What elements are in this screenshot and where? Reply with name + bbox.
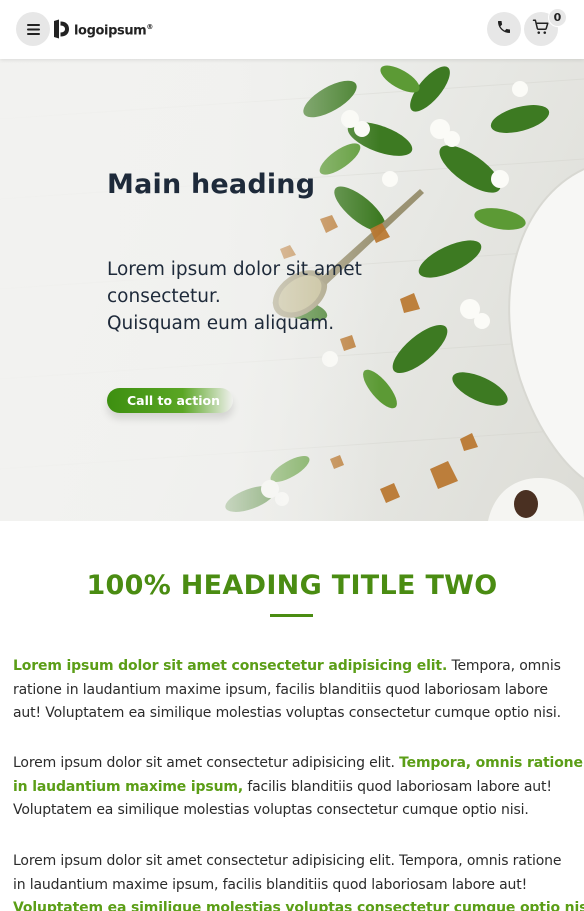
- paragraph-highlight: Lorem ipsum dolor sit amet consectetur a…: [13, 658, 448, 674]
- paragraph-highlight: Voluptatem ea similique molestias volupt…: [13, 900, 584, 911]
- hero-banner: Main heading Lorem ipsum dolor sit amet …: [0, 59, 584, 521]
- hero-lead-line: Lorem ipsum dolor sit amet: [107, 259, 362, 280]
- phone-button[interactable]: [487, 12, 521, 46]
- shopping-cart-icon: [532, 18, 550, 40]
- section-heading: 100% HEADING TITLE TWO: [86, 570, 498, 601]
- hero-lead-text: Lorem ipsum dolor sit amet consectetur. …: [107, 256, 407, 337]
- paragraph-highlight: Tempora, omnis ratione: [399, 755, 583, 771]
- logo-text: logoipsum®: [74, 23, 153, 39]
- cart-count-badge: 0: [548, 8, 567, 27]
- call-to-action-button[interactable]: Call to action: [107, 388, 233, 413]
- paragraph-3: Lorem ipsum dolor sit amet consectetur a…: [13, 850, 584, 911]
- hero-lead-line: Quisquam eum aliquam.: [107, 313, 335, 334]
- paragraph-highlight: in laudantium maxime ipsum,: [13, 778, 244, 795]
- paragraph-2: Lorem ipsum dolor sit amet consectetur a…: [13, 755, 583, 818]
- hero-lead-line: consectetur.: [107, 286, 221, 307]
- menu-button[interactable]: [16, 12, 50, 46]
- hero-heading: Main heading: [107, 169, 316, 200]
- phone-icon: [496, 19, 512, 39]
- logo-mark-icon: [53, 19, 70, 43]
- site-header: logoipsum® 0: [0, 0, 584, 59]
- site-logo[interactable]: logoipsum®: [53, 19, 153, 43]
- heading-underline: [270, 614, 313, 617]
- hamburger-menu-icon: [26, 20, 40, 39]
- paragraph-1: Lorem ipsum dolor sit amet consectetur a…: [13, 658, 561, 721]
